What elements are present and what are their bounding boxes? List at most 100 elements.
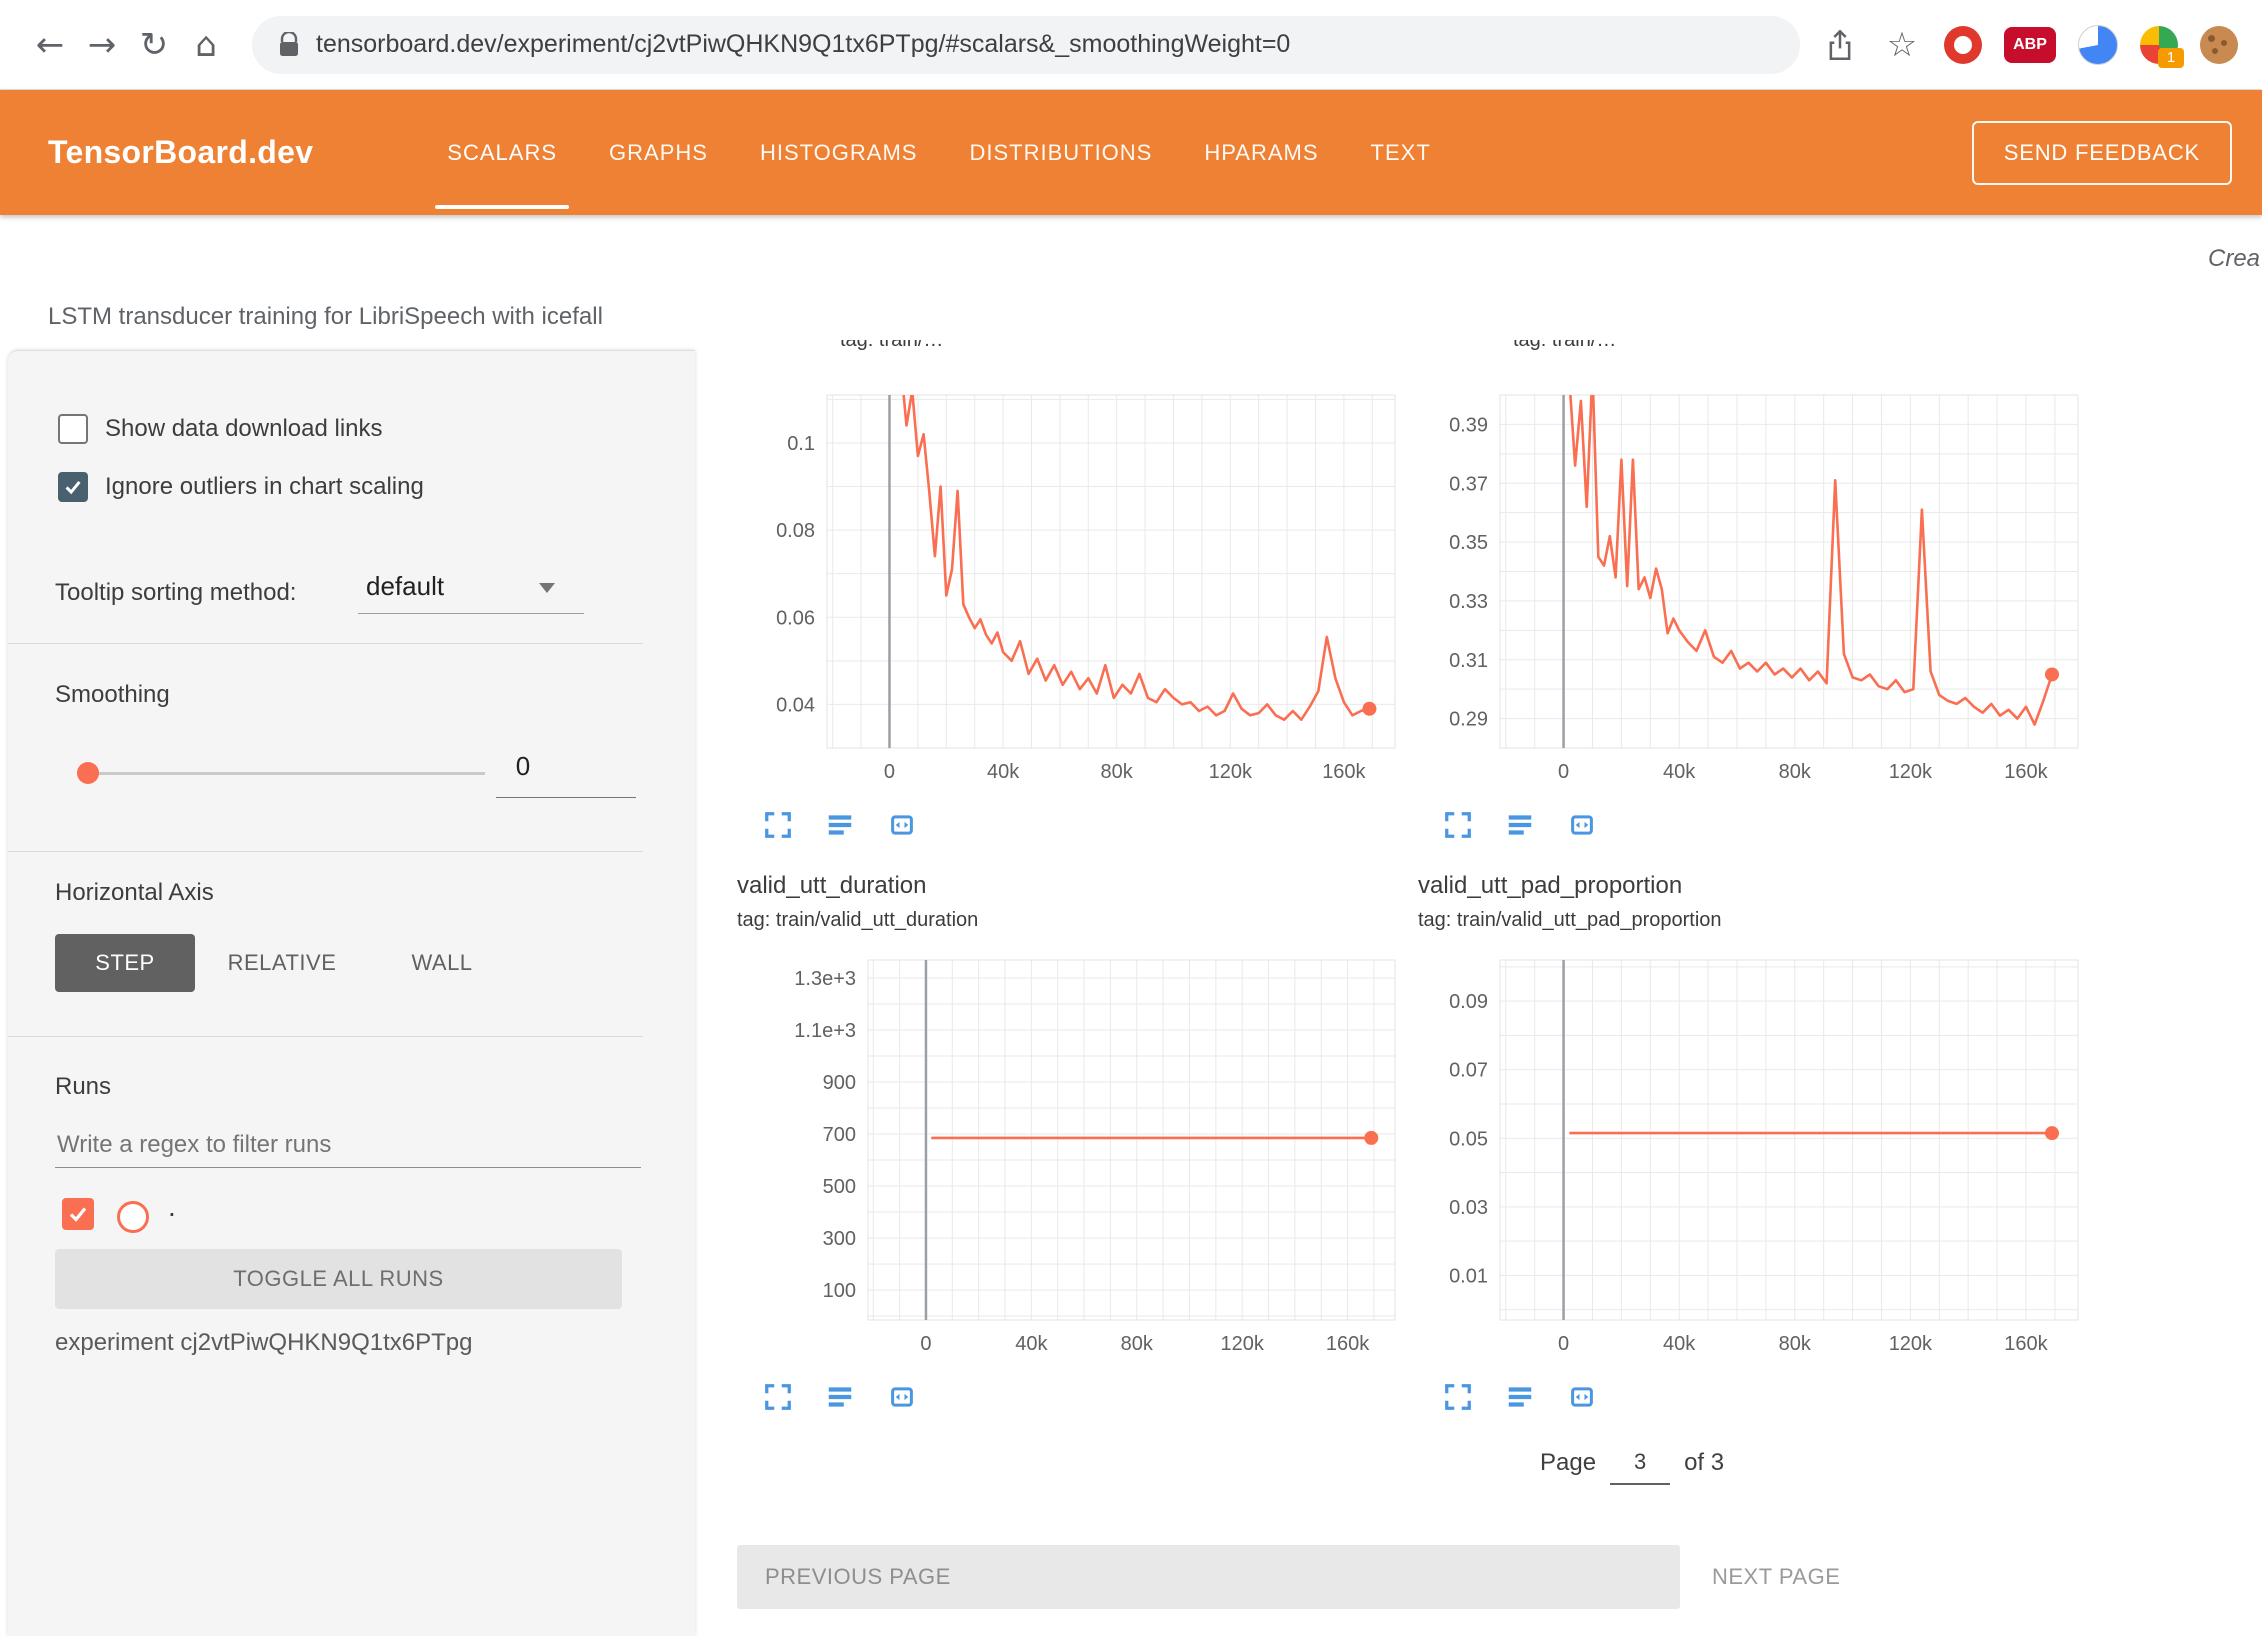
svg-text:0.03: 0.03 (1449, 1197, 1488, 1219)
svg-text:120k: 120k (1889, 761, 1933, 783)
chart-title: valid_utt_pad_proportion (1418, 872, 1722, 900)
ignore-outliers-checkbox[interactable] (58, 472, 88, 502)
home-icon[interactable]: ⌂ (180, 19, 232, 71)
svg-text:100: 100 (823, 1280, 856, 1302)
back-icon[interactable]: ← (24, 19, 76, 71)
svg-text:120k: 120k (1889, 1333, 1933, 1355)
svg-text:0.35: 0.35 (1449, 532, 1488, 554)
tab-distributions[interactable]: DISTRIBUTIONS (943, 90, 1178, 215)
expand-chart-icon[interactable] (1443, 810, 1473, 840)
runs-filter-input[interactable] (55, 1123, 641, 1168)
svg-text:0.37: 0.37 (1449, 473, 1488, 495)
valid-utt-duration-header: valid_utt_duration tag: train/valid_utt_… (737, 872, 978, 932)
toggle-y-axis-icon[interactable] (825, 810, 855, 840)
svg-text:80k: 80k (1101, 761, 1134, 783)
svg-text:0: 0 (920, 1333, 931, 1355)
svg-text:160k: 160k (1326, 1333, 1370, 1355)
chevron-down-icon[interactable] (539, 583, 555, 593)
svg-text:900: 900 (823, 1072, 856, 1094)
chart-svg[interactable]: 0.290.310.330.350.370.39040k80k120k160k (1420, 393, 2084, 793)
valid-utt-pad-proportion-chart[interactable]: 0.010.030.050.070.09040k80k120k160k (1420, 958, 2084, 1370)
svg-text:0: 0 (1558, 761, 1569, 783)
svg-text:120k: 120k (1220, 1333, 1264, 1355)
adblocker-extension-icon[interactable] (1944, 26, 1982, 64)
experiment-description: LSTM transducer training for LibriSpeech… (48, 303, 603, 331)
tab-scalars[interactable]: SCALARS (421, 90, 583, 215)
toggle-y-axis-icon[interactable] (825, 1382, 855, 1412)
chart-svg[interactable]: 0.010.030.050.070.09040k80k120k160k (1420, 958, 2084, 1365)
fit-domain-icon[interactable] (887, 1382, 917, 1412)
valid-utt-duration-chart[interactable]: 1003005007009001.1e+31.3e+3040k80k120k16… (788, 958, 1401, 1370)
svg-text:0: 0 (1558, 1333, 1569, 1355)
abp-extension-icon[interactable]: ABP (2004, 27, 2056, 63)
avatar-badge: 1 (2158, 48, 2184, 68)
page-number-input[interactable] (1610, 1448, 1670, 1485)
top-left-chart-toolbar (763, 810, 917, 840)
show-download-links-checkbox[interactable] (58, 414, 88, 444)
axis-relative-button[interactable]: RELATIVE (206, 934, 358, 992)
cookie-extension-icon[interactable] (2200, 26, 2238, 64)
address-bar[interactable]: tensorboard.dev/experiment/cj2vtPiwQHKN9… (252, 16, 1800, 74)
tab-histograms[interactable]: HISTOGRAMS (734, 90, 944, 215)
tab-text[interactable]: TEXT (1345, 90, 1457, 215)
expand-chart-icon[interactable] (763, 810, 793, 840)
next-page-button[interactable]: NEXT PAGE (1712, 1545, 1840, 1609)
axis-step-button[interactable]: STEP (55, 934, 195, 992)
svg-text:40k: 40k (1015, 1333, 1048, 1355)
fit-domain-icon[interactable] (1567, 810, 1597, 840)
bookmark-star-icon[interactable]: ☆ (1882, 19, 1922, 71)
svg-text:160k: 160k (2004, 1333, 2048, 1355)
share-icon[interactable] (1820, 19, 1860, 71)
chart-tag: tag: train/valid_utt_duration (737, 909, 978, 932)
svg-text:0.06: 0.06 (776, 607, 815, 629)
pie-extension-icon[interactable] (2078, 25, 2118, 65)
svg-text:0.39: 0.39 (1449, 414, 1488, 436)
pagination: Page of 3 (1540, 1448, 1880, 1485)
show-download-links-label: Show data download links (105, 415, 383, 443)
top-right-chart-tag-clipped: tag: train/… (1513, 340, 1873, 353)
top-left-chart[interactable]: 0.040.060.080.1040k80k120k160k (747, 393, 1401, 798)
smoothing-slider-thumb[interactable] (77, 762, 99, 784)
svg-text:160k: 160k (1322, 761, 1366, 783)
chart-svg[interactable]: 1003005007009001.1e+31.3e+3040k80k120k16… (788, 958, 1401, 1365)
svg-text:80k: 80k (1779, 761, 1812, 783)
toggle-y-axis-icon[interactable] (1505, 810, 1535, 840)
ignore-outliers-label: Ignore outliers in chart scaling (105, 473, 424, 501)
expand-chart-icon[interactable] (763, 1382, 793, 1412)
send-feedback-button[interactable]: SEND FEEDBACK (1972, 121, 2232, 185)
expand-chart-icon[interactable] (1443, 1382, 1473, 1412)
smoothing-value[interactable]: 0 (503, 751, 543, 782)
app-logo[interactable]: TensorBoard.dev (48, 134, 313, 171)
smoothing-slider[interactable] (85, 772, 485, 775)
svg-text:700: 700 (823, 1124, 856, 1146)
forward-icon[interactable]: → (76, 19, 128, 71)
previous-page-button[interactable]: PREVIOUS PAGE (737, 1545, 1680, 1609)
top-left-chart-tag-clipped: tag: train/… (840, 340, 1200, 353)
svg-text:0.04: 0.04 (776, 694, 815, 716)
profile-avatar-icon[interactable]: 1 (2140, 26, 2178, 64)
svg-text:300: 300 (823, 1228, 856, 1250)
experiment-id-label: experiment cj2vtPiwQHKN9Q1tx6PTpg (55, 1329, 473, 1357)
run-name: . (168, 1191, 176, 1223)
url-text: tensorboard.dev/experiment/cj2vtPiwQHKN9… (316, 30, 1290, 59)
top-right-chart[interactable]: 0.290.310.330.350.370.39040k80k120k160k (1420, 393, 2084, 798)
tooltip-sorting-select[interactable]: default (366, 571, 444, 602)
toggle-all-runs-button[interactable]: TOGGLE ALL RUNS (55, 1249, 622, 1309)
browser-toolbar: ← → ↻ ⌂ tensorboard.dev/experiment/cj2vt… (0, 0, 2262, 90)
refresh-icon[interactable]: ↻ (128, 19, 180, 71)
fit-domain-icon[interactable] (1567, 1382, 1597, 1412)
lock-icon (278, 32, 300, 58)
svg-text:80k: 80k (1121, 1333, 1154, 1355)
experiment-subheader: LSTM transducer training for LibriSpeech… (0, 215, 2262, 350)
horizontal-axis-label: Horizontal Axis (55, 879, 214, 907)
axis-wall-button[interactable]: WALL (390, 934, 494, 992)
tensorboard-header: TensorBoard.dev SCALARS GRAPHS HISTOGRAM… (0, 90, 2262, 215)
tab-hparams[interactable]: HPARAMS (1178, 90, 1344, 215)
chart-svg[interactable]: 0.040.060.080.1040k80k120k160k (747, 393, 1401, 793)
run-color-swatch-icon[interactable] (117, 1201, 149, 1233)
tab-graphs[interactable]: GRAPHS (583, 90, 734, 215)
toggle-y-axis-icon[interactable] (1505, 1382, 1535, 1412)
fit-domain-icon[interactable] (887, 810, 917, 840)
run-checkbox[interactable] (62, 1198, 94, 1230)
nav-tabs: SCALARS GRAPHS HISTOGRAMS DISTRIBUTIONS … (421, 90, 1456, 215)
